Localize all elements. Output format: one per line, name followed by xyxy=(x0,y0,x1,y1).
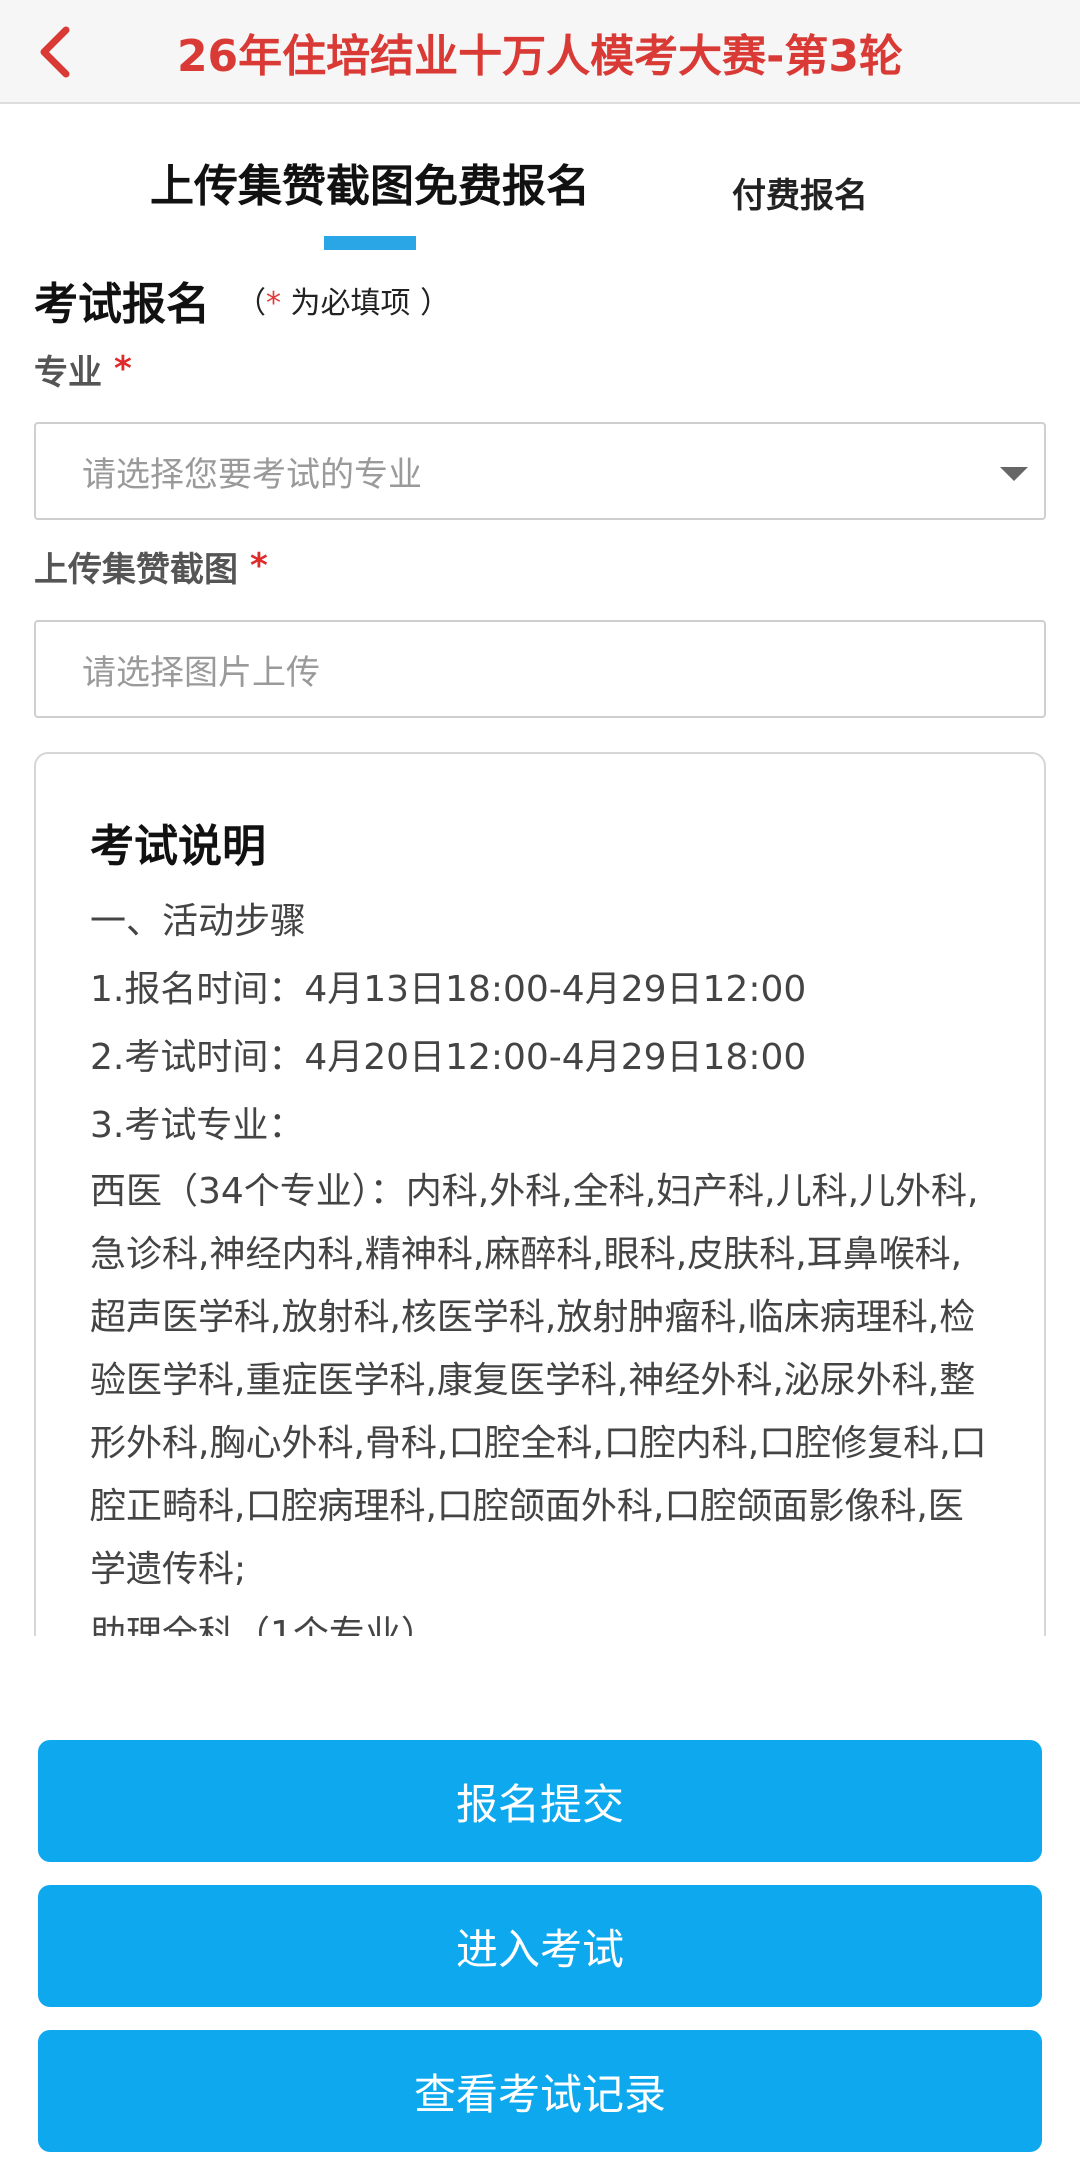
major-label: 专业 * xyxy=(34,344,132,394)
info-line: 2.考试时间：4月20日12:00-4月29日18:00 xyxy=(90,1037,807,1078)
view-exam-records-button[interactable]: 查看考试记录 xyxy=(38,2030,1042,2152)
note-open-paren: （ xyxy=(236,286,266,321)
back-button[interactable] xyxy=(14,10,94,94)
majors-list-text: 西医（34个专业）：内科,外科,全科,妇产科,儿科,儿外科,急诊科,神经内科,精… xyxy=(90,1171,987,1590)
note-text: 为必填项 xyxy=(290,286,411,321)
tab-paid-registration[interactable]: 付费报名 xyxy=(690,140,910,260)
major-select[interactable]: 请选择您要考试的专业 xyxy=(34,422,1046,520)
major-select-placeholder: 请选择您要考试的专业 xyxy=(82,454,422,495)
note-close-paren: ） xyxy=(420,286,451,321)
app-header: 26年住培结业十万人模考大赛-第3轮 xyxy=(0,0,1080,104)
tab-free-registration[interactable]: 上传集赞截图免费报名 xyxy=(100,140,640,260)
page-title: 26年住培结业十万人模考大赛-第3轮 xyxy=(176,31,904,82)
chevron-left-icon xyxy=(40,26,70,78)
registration-section-title: 考试报名 （* 为必填项 ） xyxy=(34,270,450,330)
required-mark: * xyxy=(114,349,132,389)
tab-paid-registration-label: 付费报名 xyxy=(732,176,868,216)
note-star: * xyxy=(266,286,281,321)
required-mark: * xyxy=(250,546,268,586)
active-tab-indicator xyxy=(324,236,416,250)
enter-exam-button[interactable]: 进入考试 xyxy=(38,1885,1042,2007)
submit-registration-button[interactable]: 报名提交 xyxy=(38,1740,1042,1862)
major-label-text: 专业 xyxy=(34,352,102,393)
section-heading: 考试报名 xyxy=(34,279,210,330)
info-line: 1.报名时间：4月13日18:00-4月29日12:00 xyxy=(90,969,807,1010)
image-upload-field[interactable]: 请选择图片上传 xyxy=(34,620,1046,718)
exam-info-panel[interactable]: 考试说明 一、活动步骤 1.报名时间：4月13日18:00-4月29日12:00… xyxy=(34,752,1046,1636)
image-upload-placeholder: 请选择图片上传 xyxy=(82,652,320,693)
info-line: 3.考试专业： xyxy=(90,1105,305,1146)
info-line: 一、活动步骤 xyxy=(90,901,307,942)
dropdown-caret-icon xyxy=(1000,467,1028,481)
screenshot-label: 上传集赞截图 * xyxy=(34,541,268,591)
required-note: （* 为必填项 ） xyxy=(236,278,450,322)
tab-free-registration-label: 上传集赞截图免费报名 xyxy=(150,161,590,212)
screenshot-label-text: 上传集赞截图 xyxy=(34,549,238,590)
exam-info-title: 考试说明 xyxy=(90,821,266,872)
info-line-truncated: 助理全科（1个专业） xyxy=(90,1614,437,1636)
